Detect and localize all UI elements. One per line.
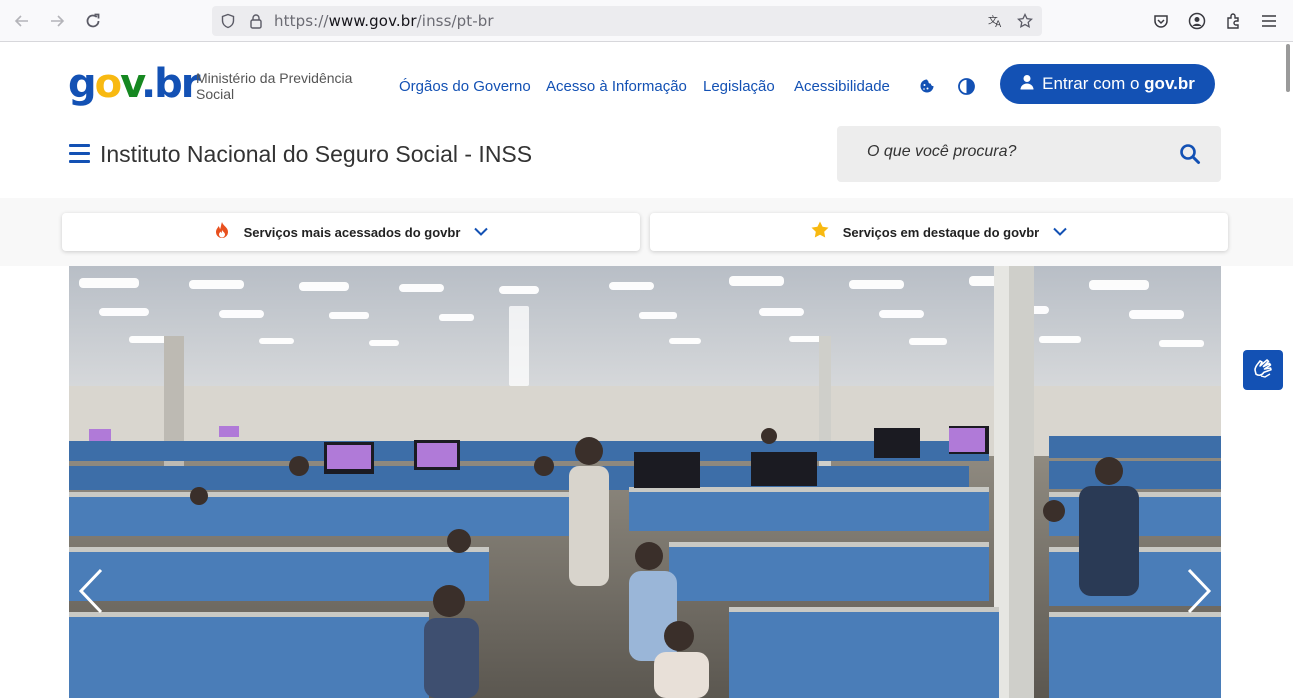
contrast-icon[interactable] <box>957 77 975 95</box>
featured-services-label: Serviços em destaque do govbr <box>842 224 1040 240</box>
forward-arrow-icon[interactable] <box>45 9 69 33</box>
login-govbr-button[interactable]: Entrar com o gov.br <box>1000 64 1215 104</box>
address-bar[interactable]: https://www.gov.br/inss/pt-br 文A <box>212 6 1042 36</box>
most-accessed-services-dropdown[interactable]: Serviços mais acessados do govbr <box>62 213 640 251</box>
ministry-name: Ministério da Previdência Social <box>196 70 353 102</box>
logo-dot: . <box>140 61 156 107</box>
app-menu-icon[interactable] <box>1259 11 1279 31</box>
site-title: Instituto Nacional do Seguro Social - IN… <box>100 141 533 167</box>
chevron-down-icon <box>474 223 489 241</box>
vlibras-accessibility-button[interactable] <box>1243 350 1283 390</box>
back-arrow-icon[interactable] <box>10 9 34 33</box>
logo-letters-br: br <box>154 61 200 107</box>
search-icon[interactable] <box>1179 143 1201 165</box>
search-input[interactable] <box>867 143 1157 161</box>
bookmark-star-icon[interactable] <box>1017 13 1033 29</box>
pocket-icon[interactable] <box>1151 11 1171 31</box>
featured-services-dropdown[interactable]: Serviços em destaque do govbr <box>650 213 1228 251</box>
logo-letter-o: o <box>94 61 123 107</box>
url-text[interactable]: https://www.gov.br/inss/pt-br <box>274 12 494 30</box>
chevron-down-icon <box>1053 223 1067 241</box>
search-box[interactable] <box>837 126 1221 182</box>
carousel-next-arrow-icon[interactable] <box>1186 568 1212 614</box>
url-scheme: https:// <box>274 12 329 30</box>
login-button-label: Entrar com o gov.br <box>1042 74 1195 94</box>
translate-icon[interactable]: 文A <box>988 13 1004 29</box>
govbr-logo[interactable]: gov.br <box>68 60 201 108</box>
account-icon[interactable] <box>1187 11 1207 31</box>
logo-letter-g: g <box>68 61 97 107</box>
link-acessibilidade[interactable]: Acessibilidade <box>794 78 890 95</box>
cookie-icon[interactable] <box>918 77 936 95</box>
link-orgaos-do-governo[interactable]: Órgãos do Governo <box>399 78 531 95</box>
browser-toolbar: https://www.gov.br/inss/pt-br 文A <box>0 0 1293 42</box>
sign-language-icon <box>1249 354 1277 387</box>
star-icon <box>811 221 829 243</box>
hamburger-menu-icon[interactable] <box>69 144 90 164</box>
login-prefix: Entrar com o <box>1042 74 1140 93</box>
url-path: /inss/pt-br <box>416 12 494 30</box>
link-acesso-a-informacao[interactable]: Acesso à Informação <box>546 78 687 95</box>
url-domain: www.gov.br <box>328 12 417 30</box>
hero-carousel[interactable] <box>69 266 1221 698</box>
carousel-prev-arrow-icon[interactable] <box>78 568 104 614</box>
fire-icon <box>214 221 230 244</box>
user-icon <box>1020 74 1034 95</box>
reload-icon[interactable] <box>81 9 105 33</box>
call-center-photo <box>69 266 1221 698</box>
most-accessed-services-label: Serviços mais acessados do govbr <box>243 224 461 240</box>
login-brand: gov.br <box>1144 74 1195 93</box>
extensions-icon[interactable] <box>1223 11 1243 31</box>
shield-icon[interactable] <box>220 13 236 29</box>
page-scrollbar[interactable] <box>1286 44 1290 92</box>
lock-icon[interactable] <box>248 13 264 29</box>
link-legislacao[interactable]: Legislação <box>703 78 775 95</box>
svg-text:A: A <box>995 20 1001 29</box>
logo-letter-v: v <box>120 61 143 107</box>
